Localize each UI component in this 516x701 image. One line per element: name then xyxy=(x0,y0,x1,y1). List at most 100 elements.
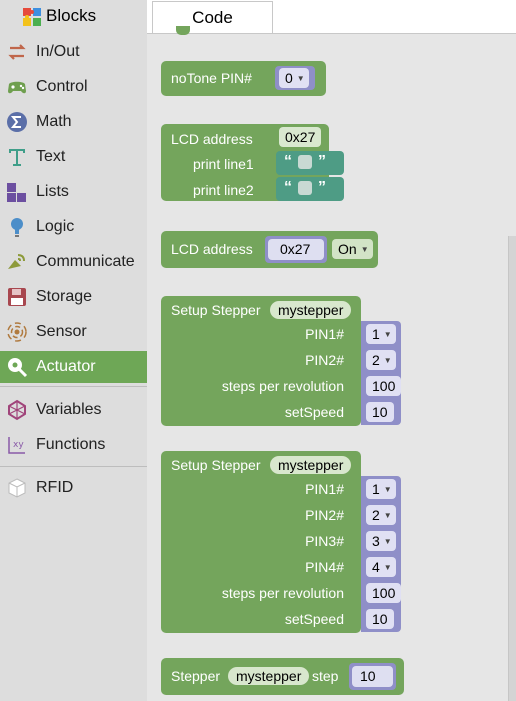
stepper-step-block[interactable]: Stepper mystepper step 10 xyxy=(161,658,404,695)
category-inout[interactable]: In/Out xyxy=(0,36,147,68)
print-line1-label: print line1 xyxy=(193,156,254,172)
text-block-line1[interactable]: “ ” xyxy=(276,151,344,175)
lcd-state-value: On xyxy=(338,241,357,257)
text-t-icon xyxy=(6,146,28,168)
setup-stepper-label: Setup Stepper xyxy=(171,302,261,318)
bulb-icon xyxy=(6,216,28,238)
setup-stepper-4pin-block[interactable]: Setup Stepper mystepper PIN1# PIN2# PIN3… xyxy=(161,451,361,633)
variables-icon xyxy=(6,399,28,421)
category-label: Storage xyxy=(36,288,93,305)
category-actuator[interactable]: Actuator xyxy=(0,351,147,383)
notone-pin-dropdown[interactable]: 0 ▼ xyxy=(279,68,309,88)
text-input-box[interactable] xyxy=(298,181,312,195)
speed-field[interactable]: 10 xyxy=(366,402,394,422)
speed-field[interactable]: 10 xyxy=(366,609,394,629)
category-math[interactable]: Math xyxy=(0,106,147,138)
svg-text:xy: xy xyxy=(13,440,24,450)
setup-stepper-2pin-block[interactable]: Setup Stepper mystepper PIN1# PIN2# step… xyxy=(161,296,361,426)
category-label: Variables xyxy=(36,401,102,418)
category-label: Math xyxy=(36,113,72,130)
category-label: In/Out xyxy=(36,43,80,60)
functions-icon: xy xyxy=(6,434,28,456)
lcd-address-label: LCD address xyxy=(171,241,253,257)
category-label: RFID xyxy=(36,479,74,496)
pin3-value: 3 xyxy=(372,533,380,549)
lcd-state-dropdown[interactable]: On ▼ xyxy=(332,239,373,259)
stepper-name-field[interactable]: mystepper xyxy=(270,456,352,474)
steps-field[interactable]: 100 xyxy=(366,376,402,396)
lcd-onoff-block[interactable]: LCD address 0x27 On ▼ xyxy=(161,231,378,268)
category-rfid[interactable]: RFID xyxy=(0,472,147,504)
pin1-dropdown[interactable]: 1 ▼ xyxy=(366,324,396,344)
pin2-dropdown[interactable]: 2 ▼ xyxy=(366,505,396,525)
block-tail xyxy=(176,26,190,35)
category-logic[interactable]: Logic xyxy=(0,211,147,243)
lcd-address-label: LCD address xyxy=(171,131,253,147)
dropdown-arrow-icon: ▼ xyxy=(383,356,392,365)
category-variables[interactable]: Variables xyxy=(0,394,147,426)
open-quote-icon: “ xyxy=(284,179,292,196)
category-communicate[interactable]: Communicate xyxy=(0,246,147,278)
lcd-address-field[interactable]: 0x27 xyxy=(279,127,322,147)
steps-label: steps per revolution xyxy=(221,585,344,601)
pin2-label: PIN2# xyxy=(305,352,344,368)
sensor-icon xyxy=(6,321,28,343)
pin1-label: PIN1# xyxy=(305,481,344,497)
workspace-scrollbar[interactable] xyxy=(508,236,516,701)
stepper-name-field[interactable]: mystepper xyxy=(228,667,310,685)
category-label: Lists xyxy=(36,183,69,200)
pin2-label: PIN2# xyxy=(305,507,344,523)
pin3-label: PIN3# xyxy=(305,533,344,549)
pin4-label: PIN4# xyxy=(305,559,344,575)
tab-blocks[interactable]: Blocks xyxy=(0,0,147,34)
dropdown-arrow-icon: ▼ xyxy=(383,563,392,572)
pin2-dropdown[interactable]: 2 ▼ xyxy=(366,350,396,370)
step-slot: 10 xyxy=(349,663,396,690)
floppy-icon xyxy=(6,286,28,308)
tab-code[interactable]: Code xyxy=(152,1,273,33)
pin1-value: 1 xyxy=(372,326,380,342)
setup-stepper-label: Setup Stepper xyxy=(171,457,261,473)
notone-block[interactable]: noTone PIN# 0 ▼ xyxy=(161,61,326,96)
open-quote-icon: “ xyxy=(284,153,292,170)
category-text[interactable]: Text xyxy=(0,141,147,173)
setspeed-label: setSpeed xyxy=(284,404,344,420)
stepper-name-field[interactable]: mystepper xyxy=(270,301,352,319)
gamepad-icon xyxy=(6,76,28,98)
lcd-address-slot: 0x27 xyxy=(265,236,327,263)
category-storage[interactable]: Storage xyxy=(0,281,147,313)
lists-icon xyxy=(6,181,28,203)
category-label: Logic xyxy=(36,218,75,235)
arrows-icon xyxy=(6,41,28,63)
close-quote-icon: ” xyxy=(318,179,326,196)
setspeed-label: setSpeed xyxy=(284,611,344,627)
category-functions[interactable]: xy Functions xyxy=(0,429,147,461)
cube-icon xyxy=(6,477,28,499)
puzzle-icon xyxy=(22,7,42,32)
dropdown-arrow-icon: ▼ xyxy=(360,245,369,254)
pin4-value: 4 xyxy=(372,559,380,575)
pin3-dropdown[interactable]: 3 ▼ xyxy=(366,531,396,551)
dropdown-arrow-icon: ▼ xyxy=(383,485,392,494)
actuator-icon xyxy=(6,356,28,378)
close-quote-icon: ” xyxy=(318,153,326,170)
pin1-dropdown[interactable]: 1 ▼ xyxy=(366,479,396,499)
dropdown-arrow-icon: ▼ xyxy=(296,74,305,83)
lcd-address-value[interactable]: 0x27 xyxy=(268,239,324,260)
tab-blocks-label: Blocks xyxy=(46,6,97,25)
category-separator xyxy=(0,466,147,467)
steps-field[interactable]: 100 xyxy=(366,583,402,603)
pin1-label: PIN1# xyxy=(305,326,344,342)
pin4-dropdown[interactable]: 4 ▼ xyxy=(366,557,396,577)
pin1-value: 1 xyxy=(372,481,380,497)
category-sensor[interactable]: Sensor xyxy=(0,316,147,348)
category-separator xyxy=(0,386,147,387)
notone-pin-value: 0 xyxy=(285,70,293,86)
category-control[interactable]: Control xyxy=(0,71,147,103)
dropdown-arrow-icon: ▼ xyxy=(383,330,392,339)
step-value[interactable]: 10 xyxy=(352,666,393,687)
text-input-box[interactable] xyxy=(298,155,312,169)
category-lists[interactable]: Lists xyxy=(0,176,147,208)
print-line2-label: print line2 xyxy=(193,182,254,198)
text-block-line2[interactable]: “ ” xyxy=(276,177,344,201)
